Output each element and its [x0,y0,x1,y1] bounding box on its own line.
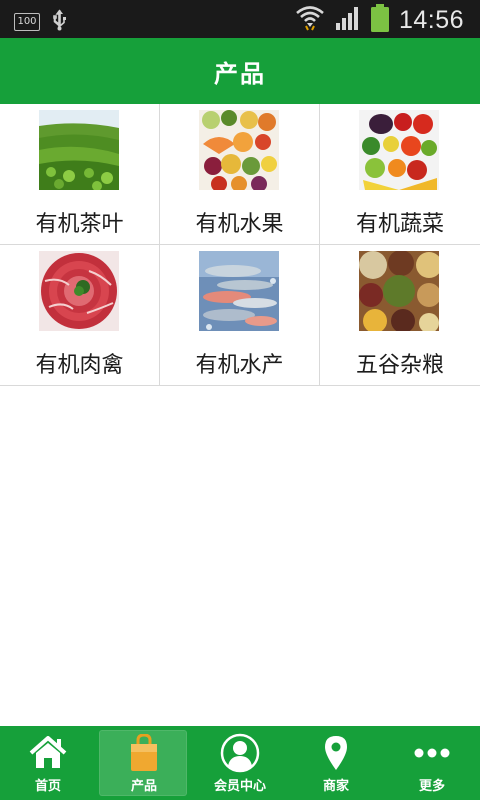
status-bar: 100 14:56 [0,0,480,38]
fish-on-ice-image [199,251,279,331]
product-label: 有机水果 [195,212,284,237]
battery-saver-icon: 100 [14,13,40,31]
battery-icon [370,4,389,36]
member-icon [192,733,288,773]
product-label: 有机蔬菜 [355,212,444,237]
bottom-nav: 首页 产品 会员中心 商家 更多 [0,726,480,800]
product-item-tea[interactable]: 有机茶叶 [0,104,160,245]
product-item-seafood[interactable]: 有机水产 [160,245,320,386]
signal-icon [335,5,361,35]
nav-home[interactable]: 首页 [0,726,96,800]
shopping-bag-icon [96,733,192,773]
product-label: 有机水产 [195,353,284,378]
page-title: 产品 [214,59,266,88]
nav-label: 产品 [130,779,157,794]
status-time: 14:56 [398,5,464,34]
app-header: 产品 [0,38,480,104]
product-label: 五谷杂粮 [355,353,444,378]
fruit-platter-image [199,110,279,190]
location-pin-icon [288,733,384,773]
more-icon [384,733,480,773]
grains-beans-image [359,251,439,331]
product-label: 有机茶叶 [35,212,124,237]
product-item-fruit[interactable]: 有机水果 [160,104,320,245]
wifi-icon [295,4,325,36]
vegetable-pile-image [359,110,439,190]
nav-label: 商家 [322,779,349,794]
status-bar-right: 14:56 [295,4,464,36]
sliced-meat-image [39,251,119,331]
nav-products[interactable]: 产品 [96,726,192,800]
product-grid: 有机茶叶 有机水果 有机蔬菜 有机肉禽 有机水产 五谷杂粮 [0,104,480,386]
nav-label: 首页 [34,779,61,794]
nav-merchants[interactable]: 商家 [288,726,384,800]
nav-member-center[interactable]: 会员中心 [192,726,288,800]
product-label: 有机肉禽 [35,353,124,378]
status-bar-left: 100 [14,9,68,35]
usb-icon [52,9,68,35]
product-item-vegetables[interactable]: 有机蔬菜 [320,104,480,245]
nav-label: 更多 [418,779,445,794]
tea-field-image [39,110,119,190]
product-item-meat[interactable]: 有机肉禽 [0,245,160,386]
nav-more[interactable]: 更多 [384,726,480,800]
nav-label: 会员中心 [213,779,266,794]
home-icon [0,733,96,773]
product-item-grains[interactable]: 五谷杂粮 [320,245,480,386]
